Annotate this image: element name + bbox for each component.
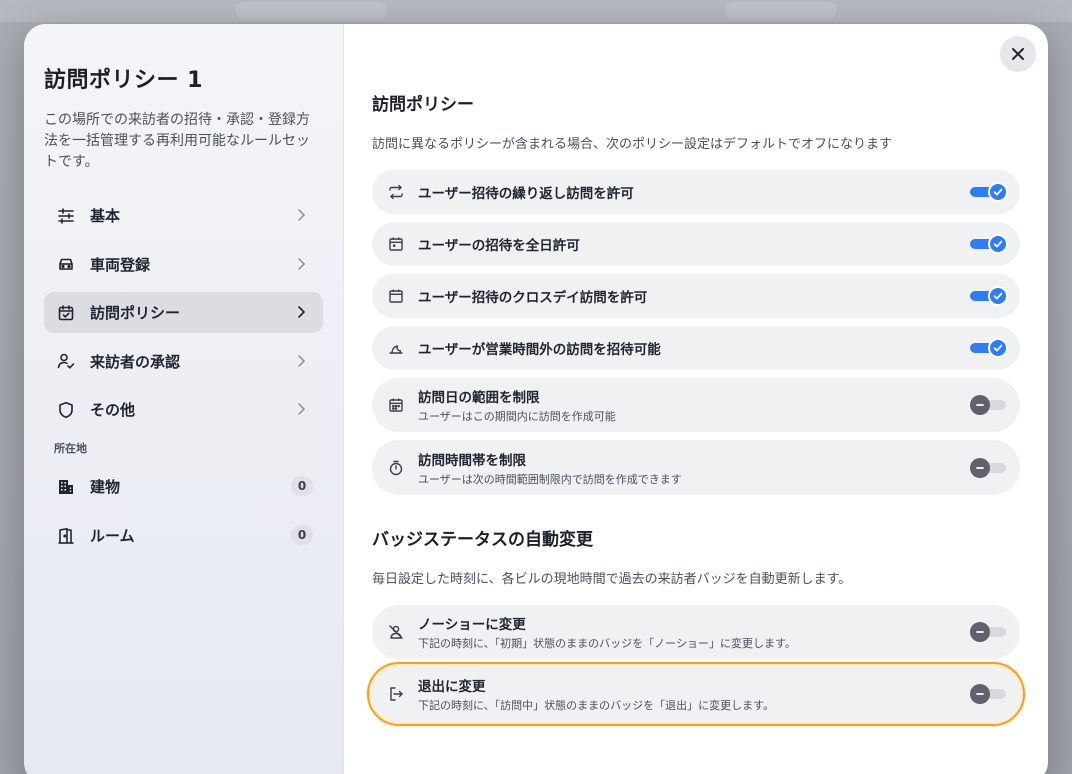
badge-row-label: ノーショーに変更 [418, 617, 526, 633]
visit-policy-list: ユーザー招待の繰り返し訪問を許可 ユーザーの招待を全日許可 ユーザー招待のクロス… [372, 170, 1020, 495]
chevron-right-icon [298, 354, 306, 367]
calendar-range-icon [388, 397, 404, 413]
shield-icon [56, 400, 76, 420]
location-item-label: ルーム [90, 527, 135, 545]
policy-row-hint: ユーザーは次の時間範囲制限内で訪問を作成できます [418, 472, 682, 486]
policy-row-label: 訪問時間帯を制限 [418, 452, 526, 469]
minus-icon [976, 466, 984, 469]
policy-row-label: ユーザーが営業時間外の訪問を招待可能 [418, 342, 661, 358]
after-hours-toggle[interactable] [970, 337, 1008, 359]
sidebar-item-label: その他 [90, 401, 136, 419]
recurring-visit-toggle[interactable] [970, 181, 1008, 203]
sidebar-item-other[interactable]: その他 [44, 389, 323, 430]
moon-icon [388, 340, 404, 356]
sidebar-item-visit-policy[interactable]: 訪問ポリシー [44, 292, 323, 333]
policy-row-time-range: 訪問時間帯を制限 ユーザーは次の時間範囲制限内で訪問を作成できます [372, 440, 1020, 495]
user-off-icon [388, 624, 404, 640]
time-range-toggle[interactable] [970, 457, 1006, 479]
minus-icon [976, 631, 984, 633]
policy-row-hint: ユーザーはこの期間内に訪問を作成可能 [418, 410, 616, 423]
all-day-toggle[interactable] [970, 233, 1008, 255]
sidebar-item-label: 来訪者の承認 [90, 352, 181, 371]
badge-status-heading: バッジステータスの自動変更 [372, 530, 593, 550]
chevron-right-icon [298, 209, 306, 221]
sidebar-item-label: 基本 [90, 207, 121, 225]
badge-status-subtext: 毎日設定した時刻に、各ビルの現地時間で過去の来訪者バッジを自動更新します。 [372, 572, 852, 587]
checkout-toggle[interactable] [970, 683, 1006, 705]
logout-icon [388, 686, 404, 702]
modal-sidebar: 訪問ポリシー 1 この場所での来訪者の招待・承認・登録方法を一括管理する再利用可… [24, 24, 344, 774]
car-icon [56, 254, 76, 274]
sidebar-item-visitor-approval[interactable]: 来訪者の承認 [44, 341, 323, 382]
repeat-icon [388, 184, 404, 200]
badge-row-checkout: 退出に変更 下記の時刻に、「訪問中」状態のままのバッジを「退出」に変更します。 [367, 662, 1025, 726]
minus-icon [976, 404, 984, 406]
building-icon [56, 477, 76, 497]
building-count-badge: 0 [291, 476, 313, 496]
check-icon [993, 292, 1003, 300]
cross-day-toggle[interactable] [970, 285, 1008, 307]
modal-main: 訪問ポリシー 訪問に異なるポリシーが含まれる場合、次のポリシー設定はデフォルトで… [344, 24, 1048, 774]
room-count-badge: 0 [291, 525, 313, 545]
check-icon [993, 188, 1003, 196]
policy-row-label: ユーザーの招待を全日許可 [418, 238, 580, 254]
sidebar-item-vehicle[interactable]: 車両登録 [44, 244, 323, 285]
modal-title: 訪問ポリシー 1 [44, 68, 203, 93]
close-icon [1012, 48, 1024, 60]
sidebar-item-basic[interactable]: 基本 [44, 195, 323, 236]
background-chip [236, 2, 386, 18]
badge-status-list: ノーショーに変更 下記の時刻に、「初期」状態のままのバッジを「ノーショー」に変更… [367, 605, 1025, 726]
locations-section-label: 所在地 [54, 442, 87, 455]
door-icon [56, 526, 76, 546]
user-check-icon [56, 351, 76, 371]
sliders-icon [56, 206, 76, 226]
visit-policy-modal: 訪問ポリシー 1 この場所での来訪者の招待・承認・登録方法を一括管理する再利用可… [24, 24, 1048, 774]
location-item-building[interactable]: 建物 0 [44, 466, 323, 507]
date-range-toggle[interactable] [970, 394, 1006, 416]
close-button[interactable] [1000, 36, 1036, 72]
badge-row-hint: 下記の時刻に、「初期」状態のままのバッジを「ノーショー」に変更します。 [418, 637, 796, 650]
sidebar-item-label: 車両登録 [90, 255, 151, 274]
background-chip [726, 2, 836, 18]
stopwatch-icon [388, 460, 404, 476]
badge-row-hint: 下記の時刻に、「訪問中」状態のままのバッジを「退出」に変更します。 [418, 699, 775, 712]
no-show-toggle[interactable] [970, 621, 1006, 643]
policy-row-date-range: 訪問日の範囲を制限 ユーザーはこの期間内に訪問を作成可能 [372, 378, 1020, 432]
check-icon [993, 344, 1003, 352]
policy-row-cross-day: ユーザー招待のクロスデイ訪問を許可 [372, 274, 1020, 318]
policy-row-recurring: ユーザー招待の繰り返し訪問を許可 [372, 170, 1020, 214]
location-item-label: 建物 [90, 478, 121, 496]
badge-row-label: 退出に変更 [418, 679, 486, 695]
minus-icon [976, 693, 984, 695]
location-item-room[interactable]: ルーム 0 [44, 515, 323, 556]
sidebar-nav: 基本 車両登録 訪問ポリシー 来訪者の承認 その他 [44, 195, 323, 430]
modal-description: この場所での来訪者の招待・承認・登録方法を一括管理する再利用可能なルールセットで… [44, 112, 310, 170]
policy-row-all-day: ユーザーの招待を全日許可 [372, 222, 1020, 266]
sidebar-item-label: 訪問ポリシー [90, 304, 181, 322]
policy-row-label: ユーザー招待の繰り返し訪問を許可 [418, 186, 634, 202]
visit-policy-heading: 訪問ポリシー [372, 95, 474, 115]
calendar-check-icon [56, 303, 76, 323]
chevron-right-icon [298, 403, 306, 415]
calendar-day-icon [388, 236, 404, 252]
check-icon [993, 240, 1003, 248]
calendar-icon [388, 288, 404, 304]
badge-row-no-show: ノーショーに変更 下記の時刻に、「初期」状態のままのバッジを「ノーショー」に変更… [372, 605, 1020, 659]
policy-row-label: 訪問日の範囲を制限 [418, 390, 540, 406]
policy-row-after-hours: ユーザーが営業時間外の訪問を招待可能 [372, 326, 1020, 370]
chevron-right-icon [298, 306, 306, 318]
chevron-right-icon [298, 257, 306, 270]
background-toolbar [0, 0, 1072, 22]
policy-row-label: ユーザー招待のクロスデイ訪問を許可 [418, 290, 648, 306]
visit-policy-subtext: 訪問に異なるポリシーが含まれる場合、次のポリシー設定はデフォルトでオフになります [372, 137, 893, 152]
